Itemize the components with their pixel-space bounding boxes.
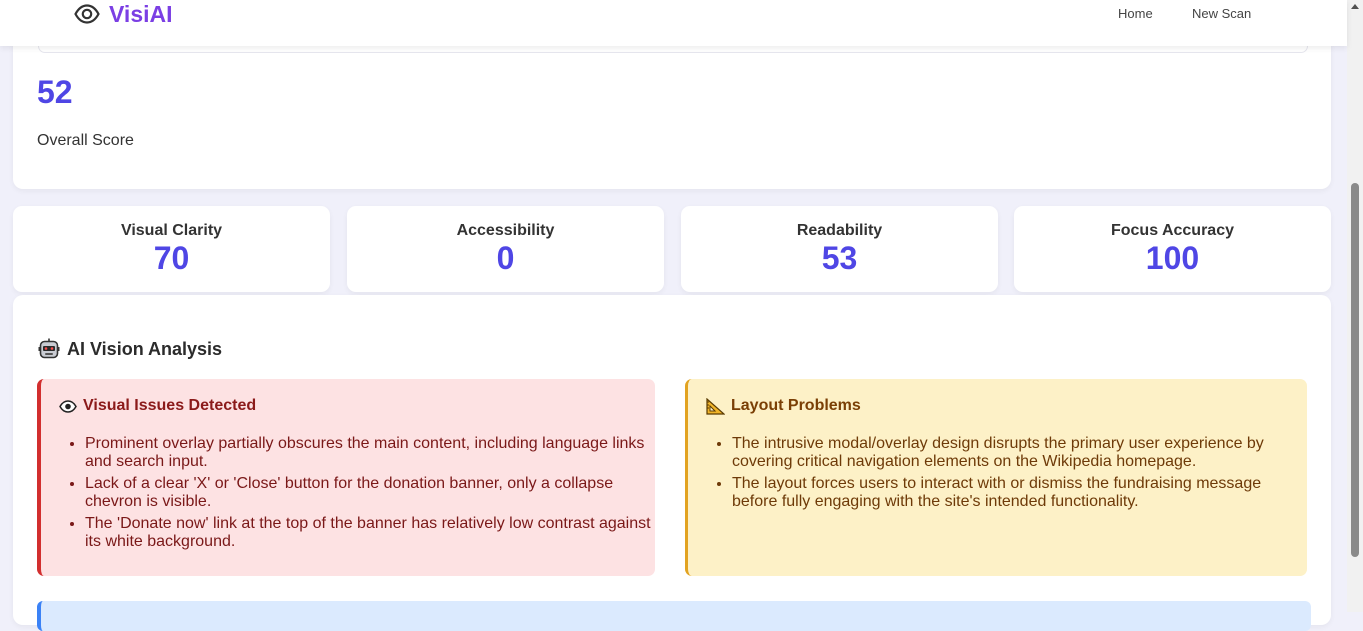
list-item: Prominent overlay partially obscures the… — [85, 435, 655, 471]
page-scrollbar[interactable] — [1347, 0, 1363, 612]
list-item: The layout forces users to interact with… — [732, 475, 1292, 511]
metric-card-focus-accuracy: Focus Accuracy 100 — [1014, 206, 1331, 292]
layout-problems-panel: Layout Problems The intrusive modal/over… — [685, 379, 1307, 576]
list-item: Lack of a clear 'X' or 'Close' button fo… — [85, 475, 655, 511]
metric-card-accessibility: Accessibility 0 — [347, 206, 664, 292]
robot-face-icon — [38, 338, 60, 359]
layout-problems-list: The intrusive modal/overlay design disru… — [708, 435, 1292, 515]
brand-name: VisiAI — [109, 0, 173, 27]
visual-issues-title: Visual Issues Detected — [83, 397, 257, 414]
overall-score-label: Overall Score — [37, 132, 134, 149]
layout-problems-heading: Layout Problems — [706, 397, 861, 415]
brand-logo[interactable]: VisiAI — [74, 0, 173, 28]
nav-link-new-scan[interactable]: New Scan — [1192, 6, 1251, 21]
visual-issues-panel: Visual Issues Detected Prominent overlay… — [37, 379, 655, 576]
metric-card-readability: Readability 53 — [681, 206, 998, 292]
metric-label: Focus Accuracy — [1110, 222, 1234, 239]
nav-link-home[interactable]: Home — [1118, 6, 1153, 21]
metric-value: 70 — [153, 240, 190, 276]
screenshot-preview-frame — [38, 46, 1308, 53]
layout-problems-title: Layout Problems — [731, 397, 861, 414]
metric-value: 53 — [821, 240, 858, 276]
metric-card-visual-clarity: Visual Clarity 70 — [13, 206, 330, 292]
list-item: The intrusive modal/overlay design disru… — [732, 435, 1292, 471]
analysis-title: AI Vision Analysis — [67, 338, 223, 359]
visual-issues-heading: Visual Issues Detected — [59, 397, 256, 415]
metric-value: 0 — [496, 240, 515, 276]
overall-score-value: 52 — [37, 74, 73, 110]
metric-value: 100 — [1145, 240, 1200, 276]
scroll-up-icon[interactable] — [1351, 4, 1359, 9]
top-navbar: VisiAI Home New Scan — [0, 0, 1347, 46]
triangular-ruler-icon — [706, 397, 725, 415]
visual-issues-list: Prominent overlay partially obscures the… — [61, 435, 655, 555]
metric-label: Readability — [796, 222, 883, 239]
list-item: The 'Donate now' link at the top of the … — [85, 515, 655, 551]
analysis-heading: AI Vision Analysis — [38, 338, 222, 360]
eye-icon — [74, 4, 100, 24]
eye-icon — [59, 399, 77, 413]
metric-label: Visual Clarity — [120, 222, 223, 239]
ai-vision-analysis-card: AI Vision Analysis Visual Issues Detecte… — [13, 295, 1331, 631]
scrollbar-thumb[interactable] — [1351, 183, 1359, 557]
metric-label: Accessibility — [456, 222, 555, 239]
next-analysis-panel — [37, 601, 1311, 631]
